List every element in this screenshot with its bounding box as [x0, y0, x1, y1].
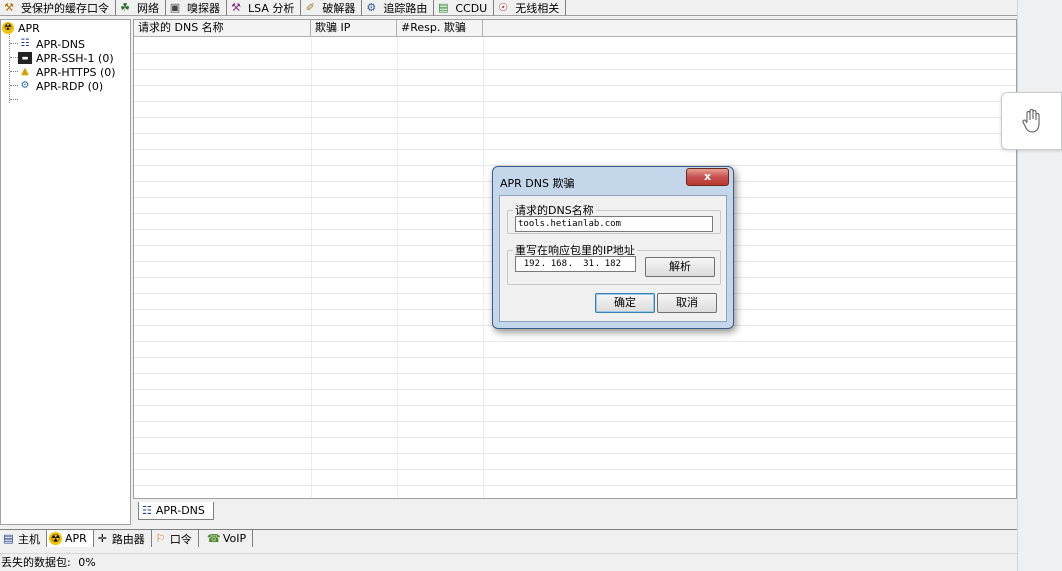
resolve-button[interactable]: 解析 — [645, 257, 715, 277]
hand-tool-button[interactable] — [1001, 92, 1062, 150]
tab-label: VoIP — [222, 532, 247, 545]
status-value: 0% — [78, 556, 96, 569]
tree-line — [10, 43, 18, 44]
column-header-resp-count[interactable]: #Resp. 欺骗 — [397, 20, 483, 37]
dns-network-icon: ☷ — [20, 38, 30, 49]
ip-octet: 192 — [523, 259, 540, 269]
apr-icon: ☢ — [49, 532, 62, 545]
password-icon: ⚐ — [155, 532, 166, 545]
dialog-body: 请求的DNS名称 tools.hetianlab.com 重写在响应包里的IP地… — [499, 195, 727, 322]
radiation-icon: ☢ — [2, 22, 14, 34]
tab-label: 受保护的缓存口令 — [21, 2, 109, 15]
tab-wireless[interactable]: ☉ 无线相关 — [494, 0, 567, 16]
cancel-button[interactable]: 取消 — [657, 293, 717, 313]
ip-dot: . — [540, 259, 547, 269]
status-bar: 丢失的数据包: 0% — [0, 553, 1017, 571]
dialog-title: APR DNS 欺骗 — [500, 177, 575, 190]
tree-line — [10, 71, 18, 72]
right-side-panel — [1017, 0, 1062, 571]
host-icon: ▤ — [3, 532, 14, 545]
tab-label: 主机 — [18, 532, 40, 546]
wireless-icon: ☉ — [498, 1, 509, 14]
tab-lsa[interactable]: ⚒ LSA 分析 — [227, 0, 302, 16]
tab-sniffer[interactable]: ▣ 嗅探器 — [166, 0, 227, 16]
dns-name-field[interactable]: tools.hetianlab.com — [515, 216, 713, 232]
tab-apr[interactable]: ☢ APR — [47, 530, 94, 547]
ip-octet: 182 — [604, 259, 621, 269]
column-header-dns-name[interactable]: 请求的 DNS 名称 — [134, 20, 311, 37]
tree-line — [10, 85, 18, 86]
list-header: 请求的 DNS 名称 欺骗 IP #Resp. 欺骗 — [134, 20, 1016, 37]
cracker-icon: ✐ — [305, 1, 315, 14]
tree-node-apr-rdp[interactable]: ⚙ APR-RDP (0) — [18, 79, 104, 93]
tree-node-label: APR-SSH-1 (0) — [36, 51, 114, 65]
traceroute-icon: ⚙ — [366, 1, 377, 14]
tab-label: 破解器 — [322, 2, 356, 15]
tab-label: LSA 分析 — [248, 2, 295, 15]
column-divider — [483, 38, 484, 498]
ip-dot: . — [567, 259, 574, 269]
tree-node-label: APR-DNS — [36, 37, 86, 51]
tree-node-apr[interactable]: ☢ APR — [2, 21, 40, 35]
lsa-icon: ⚒ — [231, 1, 241, 14]
tree-node-apr-ssh[interactable]: ▬ APR-SSH-1 (0) — [18, 51, 114, 65]
tab-label: CCDU — [455, 1, 488, 15]
tree-line — [10, 57, 18, 58]
tab-label: APR — [65, 532, 87, 545]
terminal-icon: ▬ — [18, 52, 32, 64]
sub-tab-apr-dns[interactable]: ☷ APR-DNS — [138, 502, 214, 520]
apr-tree: ☢ APR ☷ APR-DNS ▬ APR-SSH-1 (0) ▲ APR-HT… — [0, 19, 131, 525]
tab-label: 追踪路由 — [383, 2, 428, 15]
top-tab-bar: ⚒ 受保护的缓存口令 ☘ 网络 ▣ 嗅探器 ⚒ LSA 分析 ✐ 破解器 ⚙ 追踪路由 ▤ C… — [0, 0, 1017, 16]
key-icon: ⚒ — [4, 1, 14, 14]
ccdu-icon: ▤ — [438, 1, 449, 14]
tree-line — [10, 99, 18, 100]
tab-label: 路由器 — [111, 532, 145, 546]
tree-node-label: APR-RDP (0) — [36, 79, 104, 93]
tab-label: 嗅探器 — [187, 2, 220, 15]
column-divider — [397, 38, 398, 498]
tab-ccdu[interactable]: ▤ CCDU — [434, 0, 495, 16]
sniffer-icon: ▣ — [169, 1, 181, 14]
tab-label: 口令 — [169, 532, 192, 546]
ok-button[interactable]: 确定 — [595, 293, 655, 313]
tab-password[interactable]: ⚐ 口令 — [152, 530, 199, 547]
close-button[interactable]: x — [686, 168, 729, 186]
lock-icon: ▲ — [21, 66, 29, 77]
ip-address-field[interactable]: 192. 168. 31. 182 — [515, 256, 636, 272]
tab-traceroute[interactable]: ⚙ 追踪路由 — [362, 0, 435, 16]
router-icon: ✛ — [97, 532, 107, 545]
tab-network[interactable]: ☘ 网络 — [116, 0, 166, 16]
tree-node-apr-dns[interactable]: ☷ APR-DNS — [18, 37, 86, 51]
status-label: 丢失的数据包: — [1, 556, 71, 569]
ip-dot: . — [594, 259, 601, 269]
rdp-icon: ⚙ — [20, 80, 30, 91]
hand-icon — [1021, 109, 1040, 133]
bottom-tab-bar: ▤ 主机 ☢ APR ✛ 路由器 ⚐ 口令 ☎ VoIP — [0, 529, 1017, 547]
tab-router[interactable]: ✛ 路由器 — [94, 530, 152, 547]
ip-octet: 168 — [550, 259, 567, 269]
network-icon: ☘ — [120, 1, 130, 14]
tree-node-label: APR — [18, 21, 40, 35]
tab-label: 无线相关 — [515, 2, 560, 15]
tab-voip[interactable]: ☎ VoIP — [199, 530, 254, 547]
column-divider — [311, 38, 312, 498]
tab-cracker[interactable]: ✐ 破解器 — [301, 0, 363, 16]
tree-line — [9, 34, 10, 103]
column-header-spoof-ip[interactable]: 欺骗 IP — [311, 20, 397, 37]
tree-node-apr-https[interactable]: ▲ APR-HTTPS (0) — [18, 65, 116, 79]
ip-octet: 31 — [583, 259, 594, 269]
apr-dns-spoof-dialog: APR DNS 欺骗 x 请求的DNS名称 tools.hetianlab.co… — [492, 166, 734, 329]
dns-network-icon: ☷ — [142, 504, 152, 517]
tree-node-label: APR-HTTPS (0) — [36, 65, 116, 79]
sub-tab-label: APR-DNS — [155, 504, 205, 517]
voip-icon: ☎ — [206, 532, 221, 545]
tab-label: 网络 — [137, 2, 159, 15]
tab-protected-cache[interactable]: ⚒ 受保护的缓存口令 — [0, 0, 116, 16]
tab-host[interactable]: ▤ 主机 — [0, 530, 47, 547]
